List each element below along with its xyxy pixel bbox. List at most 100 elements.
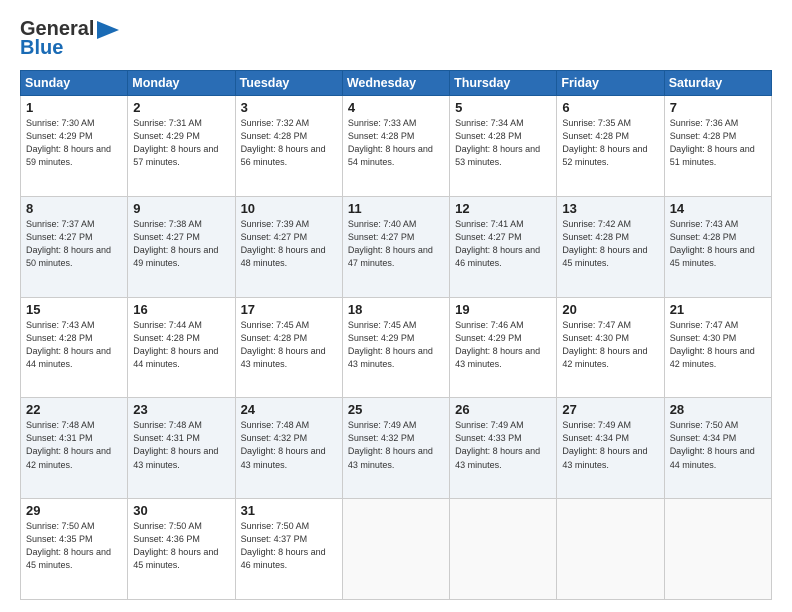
header: General Blue [20,18,772,60]
page: General Blue SundayMondayTuesdayWednesda… [0,0,792,612]
calendar-cell: 30 Sunrise: 7:50 AMSunset: 4:36 PMDayligh… [128,499,235,600]
day-info: Sunrise: 7:41 AMSunset: 4:27 PMDaylight:… [455,218,551,270]
day-number: 16 [133,302,229,317]
day-number: 10 [241,201,337,216]
day-info: Sunrise: 7:31 AMSunset: 4:29 PMDaylight:… [133,117,229,169]
calendar-cell: 13 Sunrise: 7:42 AMSunset: 4:28 PMDayligh… [557,196,664,297]
calendar-cell: 3Sunrise: 7:32 AMSunset: 4:28 PMDaylight… [235,96,342,197]
day-header-wednesday: Wednesday [342,71,449,96]
calendar-cell: 27 Sunrise: 7:49 AMSunset: 4:34 PMDayligh… [557,398,664,499]
calendar-cell: 14Sunrise: 7:43 AMSunset: 4:28 PMDayligh… [664,196,771,297]
logo-blue: Blue [20,37,63,60]
day-info: Sunrise: 7:49 AMSunset: 4:33 PMDaylight:… [455,419,551,471]
calendar-cell: 18 Sunrise: 7:45 AMSunset: 4:29 PMDayligh… [342,297,449,398]
day-info: Sunrise: 7:40 AMSunset: 4:27 PMDaylight:… [348,218,444,270]
day-number: 2 [133,100,229,115]
calendar-cell: 4Sunrise: 7:33 AMSunset: 4:28 PMDaylight… [342,96,449,197]
day-number: 17 [241,302,337,317]
day-header-saturday: Saturday [664,71,771,96]
calendar-cell [342,499,449,600]
calendar-cell [664,499,771,600]
calendar-cell: 22 Sunrise: 7:48 AMSunset: 4:31 PMDayligh… [21,398,128,499]
day-info: Sunrise: 7:48 AMSunset: 4:31 PMDaylight:… [26,419,122,471]
calendar-cell [450,499,557,600]
calendar-cell: 29Sunrise: 7:50 AMSunset: 4:35 PMDayligh… [21,499,128,600]
calendar-cell: 20Sunrise: 7:47 AMSunset: 4:30 PMDayligh… [557,297,664,398]
day-info: Sunrise: 7:34 AMSunset: 4:28 PMDaylight:… [455,117,551,169]
day-header-friday: Friday [557,71,664,96]
calendar-cell: 9 Sunrise: 7:38 AMSunset: 4:27 PMDaylight… [128,196,235,297]
calendar-cell: 26Sunrise: 7:49 AMSunset: 4:33 PMDayligh… [450,398,557,499]
day-info: Sunrise: 7:47 AMSunset: 4:30 PMDaylight:… [670,319,766,371]
day-info: Sunrise: 7:45 AMSunset: 4:28 PMDaylight:… [241,319,337,371]
day-header-monday: Monday [128,71,235,96]
day-info: Sunrise: 7:33 AMSunset: 4:28 PMDaylight:… [348,117,444,169]
calendar-week-row: 8 Sunrise: 7:37 AMSunset: 4:27 PMDaylight… [21,196,772,297]
day-info: Sunrise: 7:47 AMSunset: 4:30 PMDaylight:… [562,319,658,371]
calendar-week-row: 15Sunrise: 7:43 AMSunset: 4:28 PMDayligh… [21,297,772,398]
day-number: 28 [670,402,766,417]
calendar-header-row: SundayMondayTuesdayWednesdayThursdayFrid… [21,71,772,96]
calendar-cell: 23 Sunrise: 7:48 AMSunset: 4:31 PMDayligh… [128,398,235,499]
day-number: 27 [562,402,658,417]
day-info: Sunrise: 7:44 AMSunset: 4:28 PMDaylight:… [133,319,229,371]
calendar-cell: 2 Sunrise: 7:31 AMSunset: 4:29 PMDaylight… [128,96,235,197]
day-info: Sunrise: 7:46 AMSunset: 4:29 PMDaylight:… [455,319,551,371]
day-number: 19 [455,302,551,317]
day-number: 13 [562,201,658,216]
logo-arrow-icon [97,21,119,39]
calendar-cell: 24 Sunrise: 7:48 AMSunset: 4:32 PMDayligh… [235,398,342,499]
day-info: Sunrise: 7:50 AMSunset: 4:34 PMDaylight:… [670,419,766,471]
day-number: 1 [26,100,122,115]
day-info: Sunrise: 7:49 AMSunset: 4:34 PMDaylight:… [562,419,658,471]
calendar-week-row: 1 Sunrise: 7:30 AMSunset: 4:29 PMDaylight… [21,96,772,197]
day-number: 30 [133,503,229,518]
day-header-sunday: Sunday [21,71,128,96]
day-number: 9 [133,201,229,216]
calendar-week-row: 22 Sunrise: 7:48 AMSunset: 4:31 PMDayligh… [21,398,772,499]
calendar-cell: 19 Sunrise: 7:46 AMSunset: 4:29 PMDayligh… [450,297,557,398]
calendar-cell: 17 Sunrise: 7:45 AMSunset: 4:28 PMDayligh… [235,297,342,398]
day-number: 31 [241,503,337,518]
calendar-cell: 28 Sunrise: 7:50 AMSunset: 4:34 PMDayligh… [664,398,771,499]
day-info: Sunrise: 7:48 AMSunset: 4:31 PMDaylight:… [133,419,229,471]
day-info: Sunrise: 7:50 AMSunset: 4:37 PMDaylight:… [241,520,337,572]
day-number: 21 [670,302,766,317]
day-info: Sunrise: 7:43 AMSunset: 4:28 PMDaylight:… [26,319,122,371]
day-info: Sunrise: 7:30 AMSunset: 4:29 PMDaylight:… [26,117,122,169]
day-info: Sunrise: 7:45 AMSunset: 4:29 PMDaylight:… [348,319,444,371]
calendar-cell [557,499,664,600]
day-info: Sunrise: 7:49 AMSunset: 4:32 PMDaylight:… [348,419,444,471]
day-info: Sunrise: 7:36 AMSunset: 4:28 PMDaylight:… [670,117,766,169]
day-info: Sunrise: 7:48 AMSunset: 4:32 PMDaylight:… [241,419,337,471]
day-number: 29 [26,503,122,518]
day-header-tuesday: Tuesday [235,71,342,96]
day-number: 22 [26,402,122,417]
day-number: 23 [133,402,229,417]
calendar-cell: 11 Sunrise: 7:40 AMSunset: 4:27 PMDayligh… [342,196,449,297]
day-number: 24 [241,402,337,417]
day-info: Sunrise: 7:38 AMSunset: 4:27 PMDaylight:… [133,218,229,270]
calendar-cell: 25 Sunrise: 7:49 AMSunset: 4:32 PMDayligh… [342,398,449,499]
day-info: Sunrise: 7:42 AMSunset: 4:28 PMDaylight:… [562,218,658,270]
calendar-cell: 10 Sunrise: 7:39 AMSunset: 4:27 PMDayligh… [235,196,342,297]
calendar-week-row: 29Sunrise: 7:50 AMSunset: 4:35 PMDayligh… [21,499,772,600]
day-info: Sunrise: 7:39 AMSunset: 4:27 PMDaylight:… [241,218,337,270]
calendar-cell: 12Sunrise: 7:41 AMSunset: 4:27 PMDayligh… [450,196,557,297]
day-info: Sunrise: 7:50 AMSunset: 4:36 PMDaylight:… [133,520,229,572]
calendar-cell: 21 Sunrise: 7:47 AMSunset: 4:30 PMDayligh… [664,297,771,398]
day-info: Sunrise: 7:37 AMSunset: 4:27 PMDaylight:… [26,218,122,270]
calendar-cell: 6Sunrise: 7:35 AMSunset: 4:28 PMDaylight… [557,96,664,197]
day-number: 7 [670,100,766,115]
calendar-cell: 5Sunrise: 7:34 AMSunset: 4:28 PMDaylight… [450,96,557,197]
day-number: 25 [348,402,444,417]
calendar-table: SundayMondayTuesdayWednesdayThursdayFrid… [20,70,772,600]
calendar-cell: 16 Sunrise: 7:44 AMSunset: 4:28 PMDayligh… [128,297,235,398]
calendar-cell: 15Sunrise: 7:43 AMSunset: 4:28 PMDayligh… [21,297,128,398]
day-number: 18 [348,302,444,317]
day-info: Sunrise: 7:35 AMSunset: 4:28 PMDaylight:… [562,117,658,169]
day-header-thursday: Thursday [450,71,557,96]
day-number: 8 [26,201,122,216]
day-info: Sunrise: 7:32 AMSunset: 4:28 PMDaylight:… [241,117,337,169]
day-number: 11 [348,201,444,216]
